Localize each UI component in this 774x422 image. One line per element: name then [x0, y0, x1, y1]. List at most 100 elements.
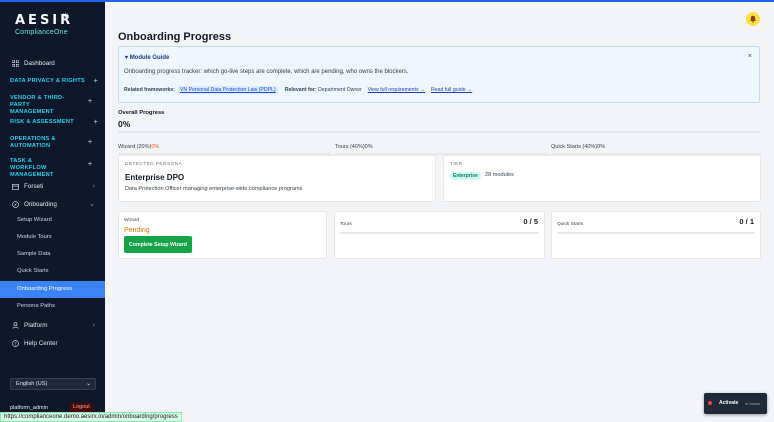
sidebar-item-onboarding-progress[interactable]: Onboarding Progress [0, 281, 105, 298]
segment-label-quick-starts: Quick Starts (40%)0% [551, 144, 605, 150]
framework-chip[interactable]: VN Personal Data Protection Law (PDPL) [177, 86, 278, 94]
logo-spark-icon: ✳ [62, 11, 70, 21]
segment-pct: 0% [597, 144, 606, 150]
complete-setup-wizard-button[interactable]: Complete Setup Wizard [124, 236, 192, 253]
section-label: DATA PRIVACY & RIGHTS [10, 78, 85, 84]
status-bar-url: https://complianceone.demo.aesirx.io/adm… [0, 412, 182, 422]
quick-starts-progress-bar [557, 232, 755, 234]
sidebar-item-dashboard[interactable]: Dashboard [0, 58, 105, 68]
logout-button[interactable]: Logout [70, 403, 93, 412]
guide-meta-row: Related frameworks: VN Personal Data Pro… [124, 86, 472, 94]
related-frameworks-label: Related frameworks: [124, 87, 176, 93]
segment-label-tours: Tours (40%)0% [335, 144, 373, 150]
segment-pct: 0% [364, 144, 373, 150]
segment-pct: 0% [151, 144, 160, 150]
overall-progress-value: 0% [118, 119, 131, 129]
view-requirements-link[interactable]: View full requirements → [368, 87, 426, 93]
section-label: VENDOR & THIRD-PARTY MANAGEMENT [10, 95, 65, 115]
wizard-status: Pending [124, 227, 150, 234]
expand-plus-icon: + [93, 78, 98, 85]
status-dot-icon [708, 401, 712, 405]
sidebar-section-operations[interactable]: OPERATIONS & AUTOMATION [10, 136, 70, 150]
tours-caption: Tours [340, 222, 352, 227]
persona-description: Data Protection Officer managing enterpr… [125, 186, 303, 192]
sidebar-item-module-tours[interactable]: Module Tours [0, 229, 105, 246]
chevron-down-icon: ⌄ [89, 201, 95, 208]
activate-toast[interactable]: Activate of Assist [704, 393, 767, 414]
tier-caption: TIER [450, 162, 463, 167]
tours-card: Tours 0 / 5 [334, 211, 545, 259]
close-icon[interactable]: × [748, 53, 752, 60]
guide-description: Onboarding progress tracker: which go-li… [124, 69, 409, 75]
tier-card: TIER Enterprise 28 modules [443, 155, 761, 202]
read-guide-link[interactable]: Read full guide → [431, 87, 472, 93]
sidebar-item-label: Help Center [24, 339, 58, 347]
sidebar-section-data-privacy[interactable]: DATA PRIVACY & RIGHTS + [10, 78, 98, 85]
wizard-caption: Wizard [124, 218, 139, 223]
language-value: English (US) [16, 381, 48, 387]
segment-name: Quick Starts (40%) [551, 144, 598, 150]
segment-label-wizard: Wizard (20%)0% [118, 144, 159, 150]
box-icon [10, 181, 20, 191]
sidebar-item-label: Platform [24, 321, 48, 329]
segment-name: Wizard (20%) [118, 144, 152, 150]
guide-toggle[interactable]: ▾ Module Guide [125, 54, 169, 61]
sidebar-item-forseti[interactable]: Forseti › [0, 181, 105, 191]
page-title: Onboarding Progress [118, 31, 232, 43]
module-guide-panel: ▾ Module Guide × Onboarding progress tra… [118, 46, 760, 103]
compass-icon [10, 199, 20, 209]
expand-plus-icon: + [88, 161, 93, 168]
section-label: RISK & ASSESSMENT [10, 119, 74, 125]
notification-bell-icon[interactable] [746, 12, 760, 26]
sidebar-item-label: Dashboard [24, 59, 55, 67]
toast-sub: of Assist [745, 401, 760, 406]
expand-plus-icon: + [88, 98, 93, 105]
sidebar-item-setup-wizard[interactable]: Setup Wizard [0, 212, 105, 229]
sidebar-item-label: Onboarding [24, 200, 57, 208]
top-accent-line [0, 0, 774, 2]
quick-starts-caption: Quick Starts [557, 222, 584, 227]
user-icon [10, 320, 20, 330]
language-select[interactable]: English (US) ⌄ [10, 378, 96, 390]
persona-title: Enterprise DPO [125, 173, 185, 182]
tier-badge: Enterprise [450, 172, 481, 180]
expand-plus-icon: + [93, 119, 98, 126]
persona-card: DETECTED PERSONA Enterprise DPO Data Pro… [118, 155, 436, 202]
sidebar-section-risk[interactable]: RISK & ASSESSMENT + [10, 119, 98, 126]
toast-label: Activate [719, 400, 739, 406]
sidebar: AESIR ✳ ComplianceOne Dashboard DATA PRI… [0, 0, 105, 422]
sidebar-item-onboarding[interactable]: Onboarding ⌄ [0, 199, 105, 209]
logo[interactable]: AESIR ✳ ComplianceOne [15, 11, 73, 36]
dashboard-icon [10, 58, 20, 68]
relevant-for-value: Department Owner [318, 87, 362, 93]
segment-name: Tours (40%) [335, 144, 365, 150]
chevron-right-icon: › [92, 182, 95, 190]
tours-count: 0 / 5 [523, 217, 538, 226]
quick-starts-card: Quick Starts 0 / 1 [551, 211, 761, 259]
sidebar-item-persona-paths[interactable]: Persona Paths [0, 298, 105, 315]
tier-modules: 28 modules [485, 172, 514, 178]
expand-plus-icon: + [88, 139, 93, 146]
sidebar-item-label: Forseti [24, 182, 44, 190]
guide-title: Module Guide [129, 55, 170, 61]
quick-starts-count: 0 / 1 [739, 217, 754, 226]
overall-progress-label: Overall Progress [118, 110, 165, 116]
tours-progress-bar [340, 232, 539, 234]
sidebar-item-quick-starts[interactable]: Quick Starts [0, 263, 105, 280]
chevron-right-icon: › [92, 321, 95, 329]
chevron-down-icon: ⌄ [85, 381, 91, 387]
section-label: OPERATIONS & AUTOMATION [10, 136, 56, 149]
sidebar-section-vendor[interactable]: VENDOR & THIRD-PARTY MANAGEMENT [10, 95, 70, 116]
wizard-card: Wizard Pending Complete Setup Wizard [118, 211, 327, 259]
sidebar-item-sample-data[interactable]: Sample Data [0, 246, 105, 263]
username: platform_admin [10, 405, 48, 411]
main-content: Onboarding Progress ▾ Module Guide × Onb… [105, 2, 774, 422]
help-circle-icon: ? [10, 338, 20, 348]
logo-subtitle: ComplianceOne [15, 29, 68, 36]
relevant-for-label: Relevant for: [284, 87, 317, 93]
section-label: TASK & WORKFLOW MANAGEMENT [10, 158, 54, 178]
sidebar-item-help-center[interactable]: ? Help Center [0, 338, 105, 348]
sidebar-section-task[interactable]: TASK & WORKFLOW MANAGEMENT [10, 158, 70, 179]
sidebar-item-platform[interactable]: Platform › [0, 320, 105, 330]
overall-progress-bar [118, 131, 761, 133]
